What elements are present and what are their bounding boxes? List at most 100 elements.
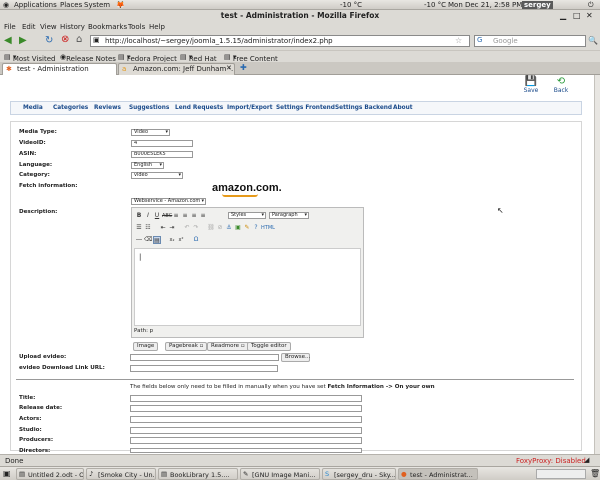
release-date-input[interactable] <box>130 405 362 412</box>
pagebreak-button[interactable]: Pagebreak ▫ <box>165 342 208 351</box>
bookmark-fedora-project[interactable]: ▤ Fedora Project ▾ <box>118 53 177 63</box>
fetch-select[interactable]: Webservice - Amazon.com <box>131 198 206 205</box>
maximize-icon[interactable]: □ <box>573 11 581 20</box>
task-booklibrary[interactable]: ▤ BookLibrary 1.5.... <box>158 468 238 480</box>
workspace-switcher[interactable] <box>536 469 586 479</box>
weather-text[interactable]: -10 °C <box>340 1 362 9</box>
google-icon[interactable]: G <box>477 36 482 44</box>
back-icon[interactable]: ◀ <box>4 35 12 46</box>
save-button[interactable]: 💾 Save <box>520 76 542 94</box>
forward-icon[interactable]: ▶ <box>19 35 27 46</box>
bullet-list-icon[interactable]: ☰ <box>135 224 143 232</box>
editor-body[interactable]: | <box>134 248 361 326</box>
styles-select[interactable]: Styles <box>228 212 266 219</box>
firefox-launcher-icon[interactable]: 🦊 <box>116 1 125 9</box>
readmore-button[interactable]: Readmore ▫ <box>207 342 249 351</box>
menu-file[interactable]: File <box>4 23 16 31</box>
new-tab-icon[interactable]: ✚ <box>240 63 247 72</box>
title-input[interactable] <box>130 395 362 402</box>
menu-history[interactable]: History <box>60 23 85 31</box>
upload-file-input[interactable] <box>130 354 279 361</box>
cleanup-icon[interactable]: ✎ <box>243 224 251 232</box>
nav-media[interactable]: Media <box>23 105 43 111</box>
fedora-icon[interactable]: ◉ <box>3 1 9 9</box>
menu-applications[interactable]: Applications <box>14 1 57 9</box>
menu-tools[interactable]: Tools <box>128 23 145 31</box>
link-icon[interactable]: ⛓ <box>207 224 215 232</box>
undo-icon[interactable]: ↶ <box>183 224 191 232</box>
align-justify-icon[interactable]: ≡ <box>199 212 207 220</box>
outdent-icon[interactable]: ⇤ <box>159 224 167 232</box>
html-icon[interactable]: HTML <box>261 224 275 232</box>
subscript-icon[interactable]: x₂ <box>168 236 176 244</box>
align-center-icon[interactable]: ≡ <box>181 212 189 220</box>
bookmark-star-icon[interactable]: ☆ <box>455 36 462 45</box>
nav-settings-backend[interactable]: Settings Backend <box>335 105 392 111</box>
toggle-editor-button[interactable]: Toggle editor <box>247 342 291 351</box>
nav-suggestions[interactable]: Suggestions <box>129 105 169 111</box>
actors-input[interactable] <box>130 416 362 423</box>
align-left-icon[interactable]: ≡ <box>172 212 180 220</box>
nav-categories[interactable]: Categories <box>53 105 88 111</box>
menu-bookmarks[interactable]: Bookmarks <box>88 23 127 31</box>
trash-icon[interactable]: 🗑 <box>590 469 600 478</box>
remove-format-icon[interactable]: ⌫ <box>144 236 152 244</box>
strikethrough-icon[interactable]: ABC <box>162 212 172 220</box>
studio-input[interactable] <box>130 427 362 434</box>
special-char-icon[interactable]: Ω <box>192 236 200 244</box>
browse-button[interactable]: Browse... <box>281 353 310 362</box>
bookmark-free-content[interactable]: ▤ Free Content ▾ <box>224 53 278 63</box>
unlink-icon[interactable]: ⊘ <box>216 224 224 232</box>
tab-amazon[interactable]: a Amazon.com: Jeff Dunham -... <box>118 63 235 75</box>
superscript-icon[interactable]: x² <box>177 236 185 244</box>
menu-edit[interactable]: Edit <box>22 23 36 31</box>
bold-icon[interactable]: B <box>135 212 143 220</box>
stop-icon[interactable]: ⊗ <box>61 34 69 45</box>
language-select[interactable]: English <box>131 162 164 169</box>
media-type-select[interactable]: Video <box>131 129 170 136</box>
vertical-scrollbar[interactable] <box>594 75 600 454</box>
align-right-icon[interactable]: ≡ <box>190 212 198 220</box>
home-icon[interactable]: ⌂ <box>76 34 82 45</box>
italic-icon[interactable]: I <box>144 212 152 220</box>
task-smoke-city[interactable]: ♪ [Smoke City - Un... <box>86 468 156 480</box>
indent-icon[interactable]: ⇥ <box>168 224 176 232</box>
foxyproxy-status[interactable]: FoxyProxy: Disabled <box>516 457 586 465</box>
directors-input[interactable] <box>130 448 362 453</box>
menu-system[interactable]: System <box>84 1 110 9</box>
close-icon[interactable]: ✕ <box>586 11 593 20</box>
task-gimp[interactable]: ✎ [GNU Image Mani... <box>240 468 320 480</box>
task-firefox[interactable]: ● test - Administrat... <box>398 468 478 480</box>
nav-about[interactable]: About <box>393 105 413 111</box>
menu-help[interactable]: Help <box>149 23 165 31</box>
back-button[interactable]: ⟲ Back <box>550 76 572 94</box>
help-icon[interactable]: ? <box>252 224 260 232</box>
nav-reviews[interactable]: Reviews <box>94 105 121 111</box>
nav-import-export[interactable]: Import/Export <box>227 105 273 111</box>
producers-input[interactable] <box>130 437 362 444</box>
insert-image-button[interactable]: Image <box>133 342 159 351</box>
user-menu[interactable]: sergey <box>522 1 553 9</box>
weather-text-2[interactable]: -10 °C <box>424 1 446 9</box>
image-icon[interactable]: ▣ <box>234 224 242 232</box>
power-icon[interactable]: ⏻ <box>588 1 594 10</box>
horizontal-rule-icon[interactable]: ― <box>135 236 143 244</box>
category-select[interactable]: video <box>131 172 183 179</box>
tab-close-icon[interactable]: ✕ <box>226 64 232 72</box>
underline-icon[interactable]: U <box>153 212 161 220</box>
asin-input[interactable]: B000E5LEK5 <box>131 151 193 158</box>
search-go-icon[interactable]: 🔍 <box>588 36 598 45</box>
task-untitled-odt[interactable]: ▤ Untitled 2.odt - O... <box>16 468 84 480</box>
bookmark-release-notes[interactable]: ◉ Release Notes <box>60 53 116 63</box>
nav-lend-requests[interactable]: Lend Requests <box>175 105 223 111</box>
anchor-icon[interactable]: ⚓ <box>225 224 233 232</box>
menu-view[interactable]: View <box>40 23 57 31</box>
nav-settings-frontend[interactable]: Settings Frontend <box>276 105 335 111</box>
tab-test-administration[interactable]: ✱ test - Administration <box>2 63 117 75</box>
bookmark-red-hat[interactable]: ▤ Red Hat ▾ <box>180 53 217 63</box>
paragraph-select[interactable]: Paragraph <box>269 212 309 219</box>
url-bar[interactable]: http://localhost/~sergey/joomla_1.5.15/a… <box>90 35 470 47</box>
videoid-input[interactable]: 4 <box>131 140 193 147</box>
resize-grip-icon[interactable]: ◢ <box>584 456 589 464</box>
reload-icon[interactable]: ↻ <box>45 35 53 46</box>
